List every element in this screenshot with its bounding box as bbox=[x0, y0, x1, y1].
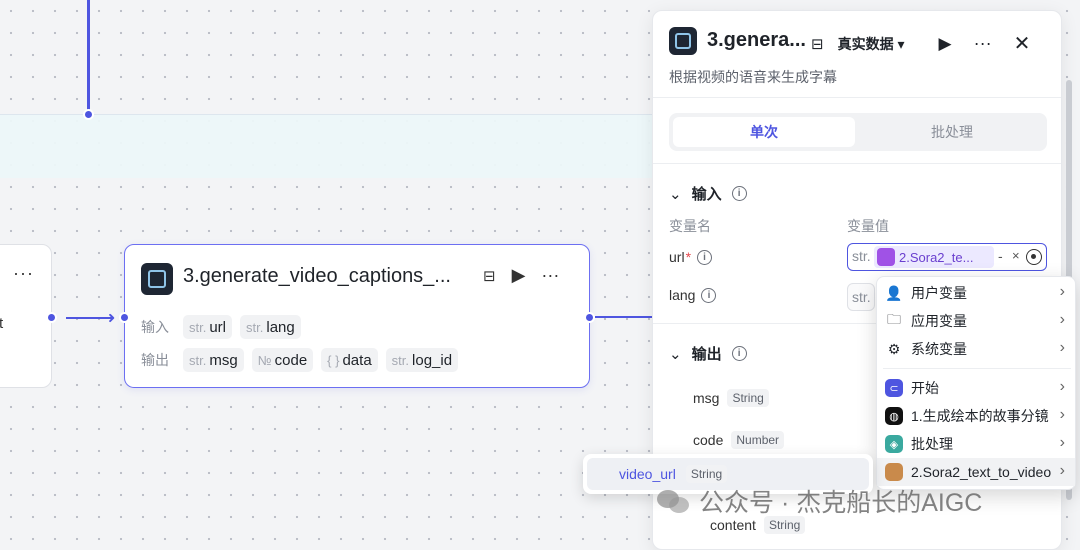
folder-icon: 🗀 bbox=[887, 311, 901, 327]
divider bbox=[653, 97, 1061, 98]
node-partial-text: t bbox=[0, 315, 4, 332]
bot-icon[interactable]: ⊟ bbox=[811, 35, 824, 53]
more-icon[interactable]: ··· bbox=[541, 265, 559, 286]
var-row-lang: lang i bbox=[669, 287, 717, 303]
menu-item-start[interactable]: ⊂ 开始 › bbox=[877, 374, 1075, 402]
gear-icon: ⚙ bbox=[887, 340, 901, 357]
node-icon: ◍ bbox=[885, 407, 903, 425]
dash-separator: - bbox=[998, 248, 1003, 264]
column-header-name: 变量名 bbox=[669, 218, 711, 234]
output-label: 输出 bbox=[141, 352, 169, 368]
more-icon[interactable]: ··· bbox=[13, 263, 34, 284]
plugin-icon bbox=[669, 27, 697, 55]
wechat-icon bbox=[657, 488, 691, 514]
watermark: 公众号 · 杰克船长的AIGC bbox=[657, 483, 982, 519]
variable-source-menu: 👤 用户变量 › 🗀 应用变量 › ⚙ 系统变量 › ⊂ 开始 › ◍ 1.生成绘本的故事分镜 › … bbox=[876, 276, 1076, 490]
menu-item-sora2-node[interactable]: 2.Sora2_text_to_video › bbox=[877, 458, 1075, 486]
panel-title: 3.genera... bbox=[707, 29, 806, 51]
tab-batch[interactable]: 批处理 bbox=[861, 117, 1043, 147]
output-port[interactable] bbox=[46, 312, 57, 323]
connection-line bbox=[595, 316, 653, 318]
output-port[interactable] bbox=[584, 312, 595, 323]
connection-port[interactable] bbox=[83, 109, 94, 120]
input-label: 输入 bbox=[141, 319, 169, 335]
input-param-url: str. url bbox=[183, 315, 233, 339]
menu-item-app-variables[interactable]: 🗀 应用变量 › bbox=[877, 307, 1075, 335]
sora-icon bbox=[885, 463, 903, 481]
clear-icon[interactable]: × bbox=[1012, 248, 1020, 263]
output-item-code: code Number bbox=[693, 431, 785, 449]
menu-item-system-variables[interactable]: ⚙ 系统变量 › bbox=[877, 335, 1075, 363]
chevron-right-icon: › bbox=[1059, 339, 1065, 356]
input-section-header[interactable]: ⌄ 输入 i bbox=[669, 183, 747, 204]
menu-divider bbox=[883, 368, 1071, 369]
node-card-generate-video-captions[interactable]: 3.generate_video_captions_... ⊟ ▶ ··· 输入… bbox=[124, 244, 590, 388]
cube-icon bbox=[877, 248, 895, 266]
variable-picker-icon[interactable] bbox=[1026, 249, 1042, 265]
chevron-right-icon: › bbox=[1059, 311, 1065, 328]
data-mode-select[interactable]: 真实数据 ▾ bbox=[838, 34, 905, 54]
divider bbox=[653, 163, 1061, 164]
chevron-right-icon: › bbox=[1059, 406, 1065, 423]
chevron-right-icon: › bbox=[1059, 434, 1065, 451]
info-icon[interactable]: i bbox=[701, 287, 717, 303]
output-param-code: № code bbox=[251, 348, 314, 372]
caret-down-icon: ▾ bbox=[897, 35, 905, 52]
node-title: 3.generate_video_captions_... bbox=[183, 265, 451, 287]
output-item-msg: msg String bbox=[693, 389, 769, 407]
run-icon[interactable]: ▶ bbox=[939, 34, 952, 54]
info-icon[interactable]: i bbox=[731, 346, 747, 361]
chevron-right-icon: › bbox=[1059, 462, 1065, 479]
user-icon: 👤 bbox=[885, 284, 903, 301]
plugin-icon bbox=[141, 263, 173, 295]
connection-line-vertical bbox=[87, 0, 90, 114]
panel-description: 根据视频的语音来生成字幕 bbox=[669, 69, 837, 85]
chevron-down-icon: ⌄ bbox=[669, 345, 682, 363]
batch-icon: ◈ bbox=[885, 435, 903, 453]
input-port[interactable] bbox=[119, 312, 130, 323]
info-icon[interactable]: i bbox=[697, 249, 713, 265]
column-header-value: 变量值 bbox=[847, 218, 889, 234]
output-param-data: { } data bbox=[321, 348, 378, 372]
bot-icon[interactable]: ⊟ bbox=[483, 267, 496, 285]
input-param-lang: str. lang bbox=[240, 315, 301, 339]
output-param-log-id: str. log_id bbox=[385, 348, 459, 372]
close-icon[interactable]: ✕ bbox=[1014, 31, 1031, 56]
reference-chip[interactable]: 2.Sora2_te... bbox=[874, 246, 994, 268]
output-param-msg: str. msg bbox=[183, 348, 244, 372]
output-section-header[interactable]: ⌄ 输出 i bbox=[669, 343, 747, 364]
canvas-group-band bbox=[0, 114, 660, 178]
menu-item-story-node[interactable]: ◍ 1.生成绘本的故事分镜 › bbox=[877, 402, 1075, 430]
var-row-url: url * i bbox=[669, 249, 713, 265]
tab-single[interactable]: 单次 bbox=[673, 117, 855, 147]
info-icon[interactable]: i bbox=[731, 186, 747, 201]
arrow-icon: ➜ bbox=[102, 310, 116, 327]
run-icon[interactable]: ▶ bbox=[512, 265, 526, 286]
menu-item-batch[interactable]: ◈ 批处理 › bbox=[877, 430, 1075, 458]
more-icon[interactable]: ··· bbox=[974, 33, 992, 54]
lang-value-input[interactable]: str. bbox=[847, 283, 875, 311]
chevron-right-icon: › bbox=[1059, 378, 1065, 395]
previous-node-card[interactable]: ··· t bbox=[0, 244, 52, 388]
chevron-right-icon: › bbox=[1059, 283, 1065, 300]
start-icon: ⊂ bbox=[885, 379, 903, 397]
chevron-down-icon: ⌄ bbox=[669, 185, 682, 203]
mode-segmented-control: 单次 批处理 bbox=[669, 113, 1047, 151]
url-value-reference-input[interactable]: str. 2.Sora2_te... - × bbox=[847, 243, 1047, 271]
menu-item-user-variables[interactable]: 👤 用户变量 › bbox=[877, 279, 1075, 307]
